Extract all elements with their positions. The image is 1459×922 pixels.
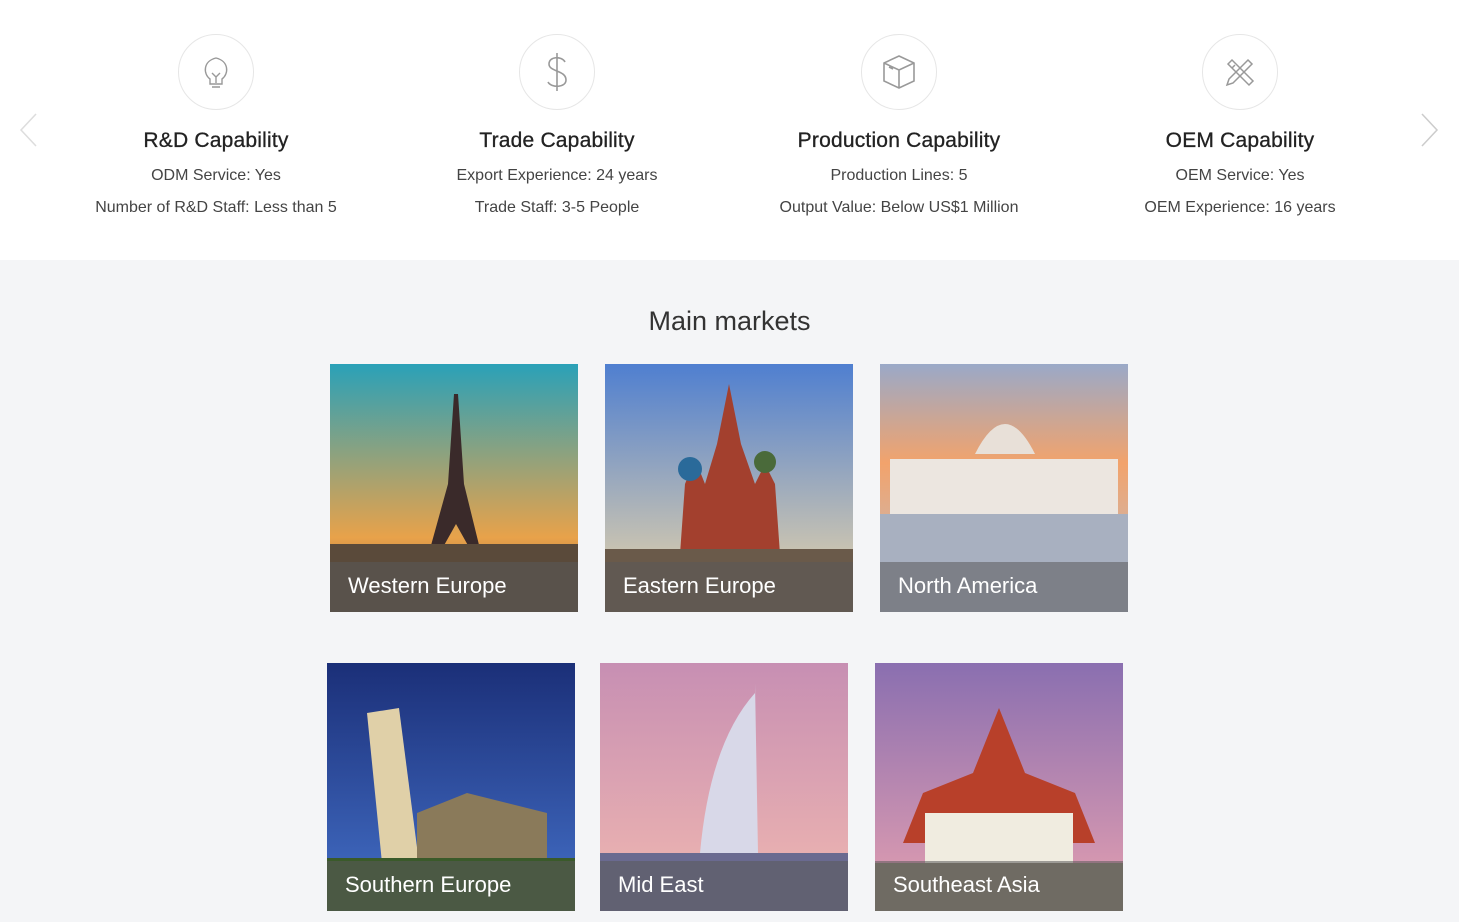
capability-line: OEM Experience: 16 years	[1144, 199, 1336, 216]
capability-line: Production Lines: 5	[830, 167, 968, 184]
market-label: Southern Europe	[327, 861, 575, 911]
market-card-mid-east[interactable]: Mid East	[600, 663, 848, 911]
capability-line: Number of R&D Staff: Less than 5	[95, 199, 337, 216]
capability-production: Production Capability Production Lines: …	[729, 0, 1069, 217]
capability-title: R&D Capability	[143, 129, 289, 152]
capability-line: OEM Service: Yes	[1175, 167, 1305, 184]
market-card-north-america[interactable]: North America	[880, 364, 1128, 612]
capability-title: Trade Capability	[479, 129, 635, 152]
market-card-eastern-europe[interactable]: Eastern Europe	[605, 364, 853, 612]
main-markets-title: Main markets	[648, 306, 811, 336]
capabilities-section: R&D Capability ODM Service: Yes Number o…	[0, 0, 1459, 260]
dollar-icon	[519, 34, 595, 110]
pencil-ruler-icon	[1202, 34, 1278, 110]
capability-line: Output Value: Below US$1 Million	[779, 199, 1019, 216]
market-label: Eastern Europe	[605, 562, 853, 612]
market-label: North America	[880, 562, 1128, 612]
market-card-western-europe[interactable]: Western Europe	[330, 364, 578, 612]
market-card-southern-europe[interactable]: Southern Europe	[327, 663, 575, 911]
capability-line: Trade Staff: 3-5 People	[474, 199, 640, 216]
capability-title: Production Capability	[797, 129, 1001, 152]
market-label: Southeast Asia	[875, 861, 1123, 911]
capability-oem: OEM Capability OEM Service: Yes OEM Expe…	[1070, 0, 1410, 217]
box-icon	[861, 34, 937, 110]
carousel-next-arrow[interactable]	[1420, 112, 1440, 148]
market-label: Western Europe	[330, 562, 578, 612]
capability-title: OEM Capability	[1165, 129, 1315, 152]
market-card-southeast-asia[interactable]: Southeast Asia	[875, 663, 1123, 911]
capability-trade: Trade Capability Export Experience: 24 y…	[387, 0, 727, 217]
capability-line: Export Experience: 24 years	[456, 167, 658, 184]
capability-line: ODM Service: Yes	[151, 167, 281, 184]
market-label: Mid East	[600, 861, 848, 911]
carousel-prev-arrow[interactable]	[18, 112, 38, 148]
lightbulb-icon	[178, 34, 254, 110]
capability-rd: R&D Capability ODM Service: Yes Number o…	[46, 0, 386, 217]
